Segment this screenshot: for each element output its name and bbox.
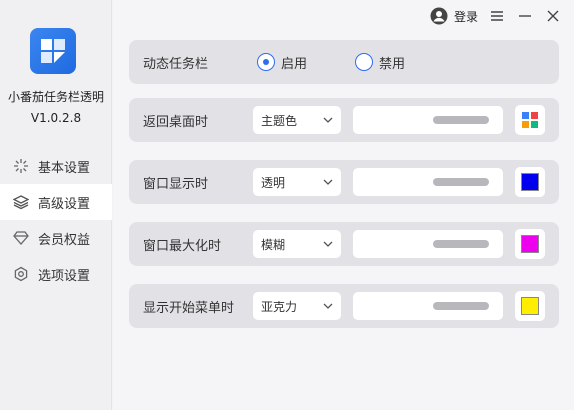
- radio-disable-indicator: [355, 53, 373, 71]
- slider-track: [433, 302, 489, 310]
- setting-row-window-maximize: 窗口最大化时 模糊: [129, 222, 559, 266]
- mode-select-value: 亚克力: [261, 299, 298, 314]
- transparency-slider[interactable]: [353, 106, 503, 134]
- sidebar: 小番茄任务栏透明 V1.0.2.8 基本设置 高级设置 会员权益 选项设置: [0, 0, 112, 410]
- dynamic-taskbar-card: 动态任务栏 启用 禁用: [129, 40, 559, 84]
- title-bar: 登录: [430, 6, 562, 26]
- radio-enable-label: 启用: [281, 56, 308, 72]
- menu-icon: [491, 11, 503, 21]
- user-avatar-icon: [430, 7, 448, 25]
- mode-select-value: 模糊: [261, 237, 286, 252]
- transparency-slider[interactable]: [353, 230, 503, 258]
- sidebar-item-option-settings[interactable]: 选项设置: [0, 256, 112, 292]
- dynamic-taskbar-label: 动态任务栏: [143, 56, 209, 72]
- login-button[interactable]: 登录: [430, 7, 478, 25]
- app-logo: [30, 28, 76, 74]
- radio-enable[interactable]: 启用: [257, 53, 307, 72]
- color-picker-button[interactable]: [515, 167, 545, 197]
- setting-label: 显示开始菜单时: [143, 300, 235, 316]
- sidebar-item-label: 选项设置: [38, 268, 91, 284]
- sparkle-icon: [12, 157, 30, 175]
- app-version: V1.0.2.8: [30, 111, 82, 125]
- chevron-down-icon: [323, 303, 333, 309]
- mode-select[interactable]: 主题色: [253, 106, 341, 134]
- color-swatch: [521, 297, 539, 315]
- minimize-icon: [519, 15, 531, 17]
- layers-icon: [12, 193, 30, 211]
- minimize-button[interactable]: [516, 7, 534, 25]
- sidebar-item-label: 基本设置: [38, 160, 91, 176]
- color-swatch: [521, 235, 539, 253]
- mode-select[interactable]: 模糊: [253, 230, 341, 258]
- chevron-down-icon: [323, 179, 333, 185]
- color-picker-button[interactable]: [515, 105, 545, 135]
- sidebar-item-basic-settings[interactable]: 基本设置: [0, 148, 112, 184]
- sidebar-item-label: 会员权益: [38, 232, 91, 248]
- mode-select[interactable]: 亚克力: [253, 292, 341, 320]
- setting-row-start-menu: 显示开始菜单时 亚克力: [129, 284, 559, 328]
- slider-track: [433, 116, 489, 124]
- mode-select[interactable]: 透明: [253, 168, 341, 196]
- setting-label: 返回桌面时: [143, 114, 209, 130]
- logo-icon: [41, 39, 65, 63]
- chevron-down-icon: [323, 117, 333, 123]
- color-swatch: [521, 173, 539, 191]
- slider-track: [433, 178, 489, 186]
- close-icon: [547, 10, 559, 22]
- radio-enable-indicator: [257, 53, 275, 71]
- mode-select-value: 主题色: [261, 113, 298, 128]
- sidebar-item-advanced-settings[interactable]: 高级设置: [0, 184, 112, 220]
- setting-label: 窗口显示时: [143, 176, 209, 192]
- slider-track: [433, 240, 489, 248]
- palette-icon: [522, 112, 538, 128]
- setting-row-return-desktop: 返回桌面时 主题色: [129, 98, 559, 142]
- main-panel: 登录 动态任务栏 启用 禁用 返回桌面时 主题色 窗口显示时 透明 窗口最大化时…: [113, 0, 574, 410]
- sidebar-item-label: 高级设置: [38, 196, 91, 212]
- close-button[interactable]: [544, 7, 562, 25]
- sidebar-item-member-benefits[interactable]: 会员权益: [0, 220, 112, 256]
- transparency-slider[interactable]: [353, 168, 503, 196]
- setting-row-window-show: 窗口显示时 透明: [129, 160, 559, 204]
- menu-button[interactable]: [488, 7, 506, 25]
- mode-select-value: 透明: [261, 175, 286, 190]
- transparency-slider[interactable]: [353, 292, 503, 320]
- chevron-down-icon: [323, 241, 333, 247]
- login-label: 登录: [453, 9, 478, 24]
- color-picker-button[interactable]: [515, 291, 545, 321]
- diamond-icon: [12, 229, 30, 247]
- radio-disable-label: 禁用: [379, 56, 406, 72]
- app-name: 小番茄任务栏透明: [7, 90, 104, 104]
- radio-disable[interactable]: 禁用: [355, 53, 405, 72]
- gear-icon: [12, 265, 30, 283]
- setting-label: 窗口最大化时: [143, 238, 222, 254]
- color-picker-button[interactable]: [515, 229, 545, 259]
